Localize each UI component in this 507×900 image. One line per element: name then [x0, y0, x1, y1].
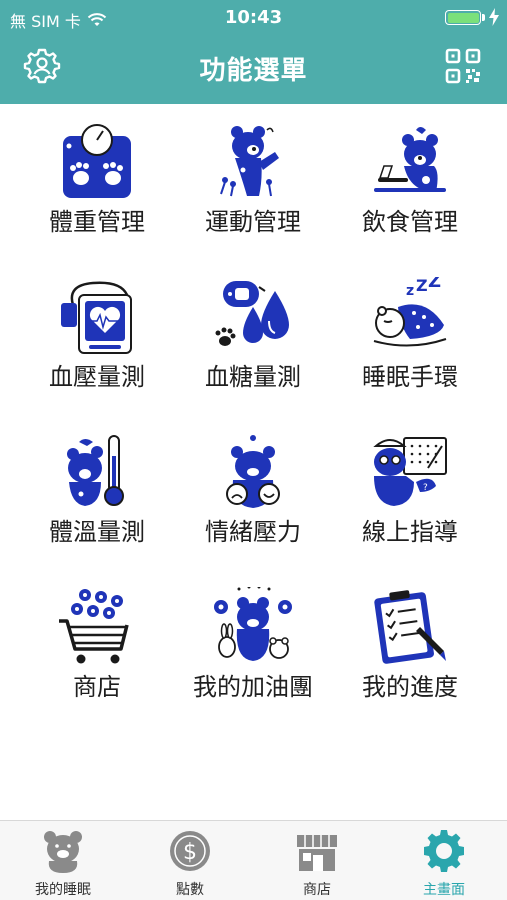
menu-item-label: 體溫量測 — [49, 518, 145, 546]
menu-item-label: 情緒壓力 — [205, 518, 301, 546]
charging-bolt-icon — [489, 8, 499, 26]
menu-item-sleep-bracelet[interactable]: z Z Z 睡眠手環 — [330, 259, 490, 391]
menu-item-label: 血壓量測 — [49, 363, 145, 391]
online-coach-bear-icon: ? — [373, 437, 447, 506]
sleep-bracelet-icon: z Z Z — [373, 277, 447, 347]
menu-item-blood-pressure[interactable]: 血壓量測 — [17, 259, 177, 391]
gear-icon — [424, 830, 464, 872]
svg-text:$: $ — [183, 840, 197, 865]
menu-item-label: 睡眠手環 — [362, 363, 458, 391]
svg-text:?: ? — [423, 483, 428, 493]
battery-icon — [445, 10, 481, 25]
menu-item-cheer-team[interactable]: 我的加油團 — [173, 569, 333, 701]
qr-code-button[interactable] — [443, 46, 483, 86]
menu-item-label: 血糖量測 — [205, 363, 301, 391]
menu-item-label: 我的進度 — [362, 673, 458, 701]
storefront-icon — [297, 835, 337, 871]
status-bar: 無 SIM 卡 10:43 — [0, 0, 507, 34]
tab-points[interactable]: $ 點數 — [127, 821, 253, 900]
tab-label: 我的睡眠 — [35, 882, 91, 898]
menu-item-label: 我的加油團 — [193, 673, 313, 701]
tab-home[interactable]: 主畫面 — [381, 821, 507, 900]
menu-item-blood-glucose[interactable]: 血糖量測 — [173, 259, 333, 391]
menu-item-weight[interactable]: 體重管理 — [17, 104, 177, 236]
thermometer-bear-icon — [67, 435, 124, 506]
tab-label: 商店 — [303, 882, 331, 898]
menu-item-diet[interactable]: 飲食管理 — [330, 104, 490, 236]
menu-item-temperature[interactable]: 體溫量測 — [17, 414, 177, 546]
bear-icon — [44, 831, 82, 873]
menu-item-label: 體重管理 — [49, 208, 145, 236]
menu-item-label: 線上指導 — [362, 518, 458, 546]
status-time: 10:43 — [224, 7, 283, 28]
menu-item-progress[interactable]: 我的進度 — [330, 569, 490, 701]
menu-item-label: 商店 — [73, 673, 121, 701]
svg-text:z: z — [406, 283, 414, 299]
tab-shop[interactable]: 商店 — [254, 821, 380, 900]
progress-clipboard-icon — [374, 590, 446, 664]
svg-text:Z: Z — [428, 277, 441, 292]
cheer-team-icon — [214, 587, 292, 661]
diet-bear-icon — [374, 127, 446, 192]
menu-item-exercise[interactable]: 運動管理 — [173, 104, 333, 236]
menu-item-label: 飲食管理 — [362, 208, 458, 236]
feature-menu-grid: 體重管理 運動管理 飲食管理 血壓量測 血糖量測 z Z Z 睡眠手環 體溫量測… — [0, 104, 507, 820]
blood-glucose-icon — [215, 281, 289, 346]
menu-item-shop[interactable]: 商店 — [17, 569, 177, 701]
emotion-bear-icon — [226, 435, 280, 508]
menu-item-emotion[interactable]: 情緒壓力 — [173, 414, 333, 546]
dollar-coin-icon: $ — [170, 831, 210, 871]
menu-item-label: 運動管理 — [205, 208, 301, 236]
exercise-bear-icon — [220, 126, 279, 197]
page-title: 功能選單 — [199, 56, 308, 86]
shopping-cart-icon — [59, 589, 129, 664]
qr-code-icon — [445, 48, 481, 84]
tab-label: 點數 — [176, 882, 204, 898]
tab-my-sleep[interactable]: 我的睡眠 — [0, 821, 126, 900]
menu-item-online-coach[interactable]: ? 線上指導 — [330, 414, 490, 546]
bottom-tab-bar: 我的睡眠 $ 點數 商店 主畫面 — [0, 820, 507, 900]
header-bar: 無 SIM 卡 10:43 功能選單 — [0, 0, 507, 104]
weight-scale-icon — [63, 124, 131, 198]
tab-label: 主畫面 — [423, 882, 465, 898]
svg-text:Z: Z — [416, 277, 428, 295]
blood-pressure-monitor-icon — [61, 281, 132, 354]
